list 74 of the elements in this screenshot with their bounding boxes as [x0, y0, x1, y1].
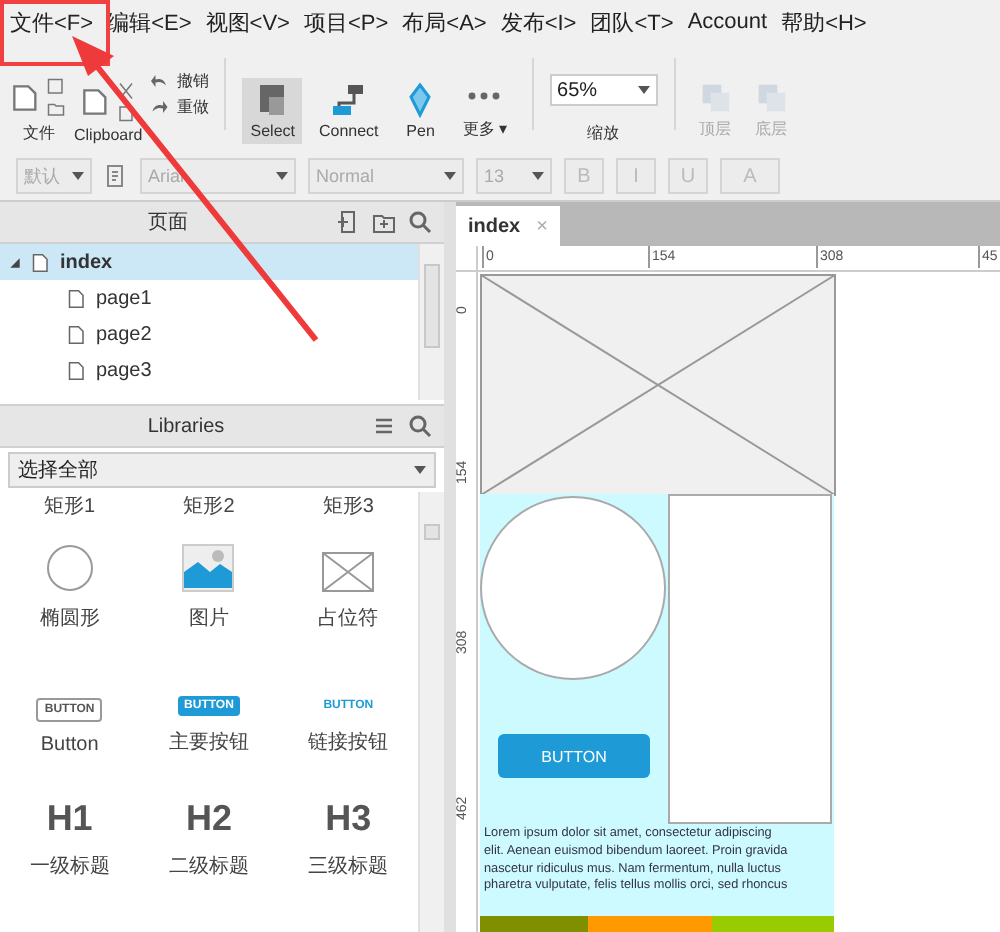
widget-label[interactable]: 矩形3 — [322, 492, 374, 520]
widget-label[interactable]: 椭圆形 — [39, 604, 100, 632]
page-icon — [68, 287, 86, 309]
widget-label[interactable]: 主要按钮 — [168, 728, 249, 756]
caret-icon — [444, 172, 456, 180]
caret-icon — [637, 86, 650, 94]
menu-item[interactable]: 文件<F> — [8, 7, 106, 37]
heading-preview: H1 — [46, 798, 93, 840]
tool-button[interactable]: 更多 ▾ — [454, 74, 516, 144]
copy-icon — [115, 104, 136, 122]
highlight-frame — [0, 0, 110, 66]
connect-icon — [330, 82, 367, 118]
zoom-dropdown[interactable]: 65% — [549, 74, 658, 106]
menu-item[interactable]: Account — [685, 10, 780, 34]
caret-icon — [276, 172, 288, 180]
menu-item[interactable]: 视图<V> — [203, 7, 302, 37]
clipboard-group-label: Clipboard — [74, 126, 143, 144]
tool-button[interactable]: Select — [242, 78, 303, 144]
libraries-panel-header: Libraries — [0, 404, 444, 448]
page-icon — [68, 359, 86, 381]
image-icon — [182, 544, 235, 592]
menu-item[interactable]: 团队<T> — [588, 7, 686, 37]
menu-item[interactable]: 项目<P> — [301, 7, 401, 37]
ellipse-icon — [45, 544, 94, 592]
search-icon[interactable] — [408, 210, 432, 234]
cut-icon — [115, 82, 136, 100]
scrollbar[interactable] — [418, 244, 444, 400]
zoom-label: 缩放 — [587, 122, 620, 144]
widget-label[interactable]: 占位符 — [318, 604, 379, 632]
library-select[interactable]: 选择全部 — [8, 452, 436, 488]
page-icon — [32, 251, 50, 273]
file-group-label: 文件 — [23, 122, 55, 144]
tool-button[interactable]: Pen — [394, 78, 447, 144]
page-item[interactable]: page1 — [0, 280, 418, 316]
add-page-icon[interactable] — [336, 210, 360, 234]
widget-label[interactable]: Button — [40, 734, 99, 756]
page-item[interactable]: index — [0, 244, 418, 280]
undo-label[interactable]: 撤销 — [176, 70, 209, 92]
open-folder-icon — [46, 100, 66, 118]
menu-item[interactable]: 帮助<H> — [779, 7, 879, 37]
search-icon[interactable] — [408, 414, 432, 438]
caret-icon — [414, 466, 426, 474]
page-item[interactable]: page3 — [0, 352, 418, 388]
widget-label[interactable]: 矩形2 — [183, 492, 235, 520]
redo-icon — [150, 98, 171, 116]
page-icon — [68, 323, 86, 345]
pages-panel-header: 页面 — [0, 202, 444, 244]
tool-button[interactable]: Connect — [310, 78, 387, 144]
widget-label[interactable]: 图片 — [188, 604, 229, 632]
scrollbar[interactable] — [418, 492, 444, 932]
widget-label[interactable]: 三级标题 — [308, 852, 389, 880]
layers-icon — [699, 82, 732, 114]
style-icon[interactable] — [104, 164, 128, 188]
expand-icon — [8, 255, 22, 269]
widget-label[interactable]: 二级标题 — [168, 852, 249, 880]
menu-item[interactable]: 发布<I> — [498, 7, 589, 37]
caret-icon — [72, 172, 84, 180]
layers-icon — [755, 82, 788, 114]
heading-preview: H2 — [185, 798, 232, 840]
page-item[interactable]: page2 — [0, 316, 418, 352]
placeholder-icon — [322, 552, 375, 592]
undo-icon — [150, 72, 171, 90]
heading-preview: H3 — [325, 798, 372, 840]
caret-icon — [532, 172, 544, 180]
more-icon — [468, 92, 501, 100]
widget-label[interactable]: 一级标题 — [29, 852, 110, 880]
redo-label[interactable]: 重做 — [176, 96, 209, 118]
widget-label[interactable]: 链接按钮 — [308, 728, 389, 756]
widget-label[interactable]: 矩形1 — [44, 492, 96, 520]
menu-item[interactable]: 布局<A> — [400, 7, 499, 37]
menu-icon[interactable] — [372, 414, 396, 438]
save-icon — [46, 78, 66, 96]
page-tab[interactable]: index × — [456, 206, 560, 246]
add-folder-icon[interactable] — [372, 210, 396, 234]
